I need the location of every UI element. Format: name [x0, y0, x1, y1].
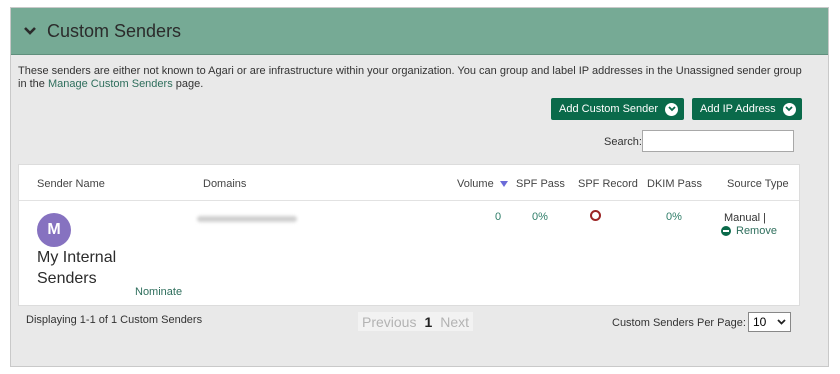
current-page[interactable]: 1 — [420, 314, 436, 330]
column-header-spf-pass[interactable]: SPF Pass — [516, 178, 565, 190]
chevron-down-icon[interactable] — [19, 20, 41, 42]
manage-custom-senders-link[interactable]: Manage Custom Senders — [48, 78, 173, 90]
column-header-volume[interactable]: Volume — [457, 178, 508, 190]
per-page-value: 10 — [753, 315, 767, 329]
spf-record-status-icon — [590, 210, 601, 221]
source-type-value: Manual | — [724, 212, 766, 224]
dkim-pass-value: 0% — [666, 211, 682, 223]
sort-desc-icon — [499, 181, 508, 187]
search-label: Search: — [604, 136, 642, 148]
add-custom-sender-button[interactable]: Add Custom Sender — [551, 98, 685, 120]
displaying-count: Displaying 1-1 of 1 Custom Senders — [26, 314, 203, 326]
add-ip-address-button[interactable]: Add IP Address — [692, 98, 802, 120]
chevron-down-circle-icon — [665, 102, 679, 116]
previous-page-button[interactable]: Previous — [358, 314, 420, 330]
volume-label: Volume — [457, 178, 494, 190]
spf-pass-value: 0% — [532, 211, 548, 223]
remove-label: Remove — [736, 225, 777, 237]
column-header-domains[interactable]: Domains — [203, 178, 246, 190]
next-page-button[interactable]: Next — [436, 314, 473, 330]
redacted-domain — [197, 216, 297, 222]
column-header-sender-name[interactable]: Sender Name — [37, 178, 105, 190]
description-suffix: page. — [172, 78, 204, 90]
panel-description: These senders are either not known to Ag… — [18, 65, 808, 91]
add-ip-address-label: Add IP Address — [700, 103, 776, 115]
pagination: Previous 1 Next — [358, 312, 474, 331]
sender-name[interactable]: My Internal Senders — [37, 247, 147, 289]
column-header-dkim-pass[interactable]: DKIM Pass — [647, 178, 702, 190]
volume-value: 0 — [495, 211, 502, 223]
minus-circle-icon — [721, 226, 731, 236]
chevron-down-circle-icon — [782, 102, 796, 116]
add-custom-sender-label: Add Custom Sender — [559, 103, 659, 115]
chevron-down-icon — [777, 319, 786, 325]
column-header-spf-record[interactable]: SPF Record — [578, 178, 638, 190]
per-page-select[interactable]: 10 — [748, 312, 791, 332]
panel-header[interactable]: Custom Senders — [11, 8, 828, 55]
remove-link[interactable]: Remove — [721, 225, 777, 237]
avatar: M — [37, 213, 71, 247]
senders-table: Sender Name Domains Volume SPF Pass SPF … — [18, 164, 800, 306]
panel-title: Custom Senders — [47, 20, 182, 41]
column-header-source-type[interactable]: Source Type — [727, 178, 789, 190]
per-page-label: Custom Senders Per Page: — [612, 317, 746, 329]
search-input[interactable] — [642, 130, 794, 152]
header-divider — [19, 200, 799, 201]
nominate-link[interactable]: Nominate — [135, 286, 182, 298]
